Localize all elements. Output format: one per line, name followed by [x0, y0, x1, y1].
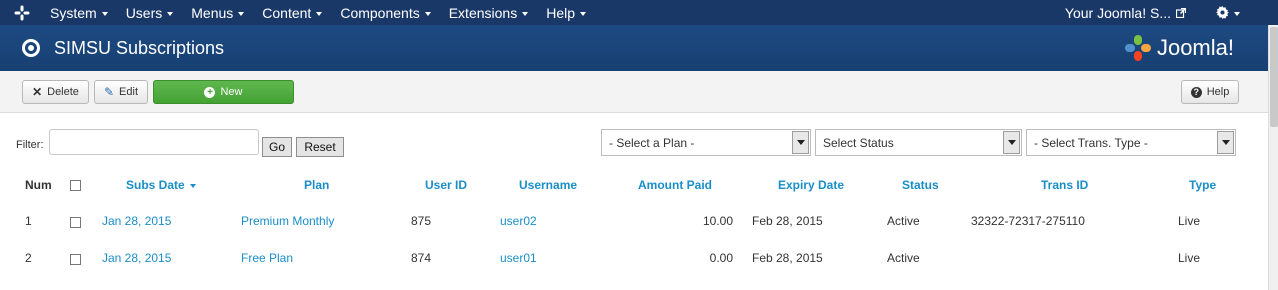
- close-icon: ✕: [32, 85, 43, 99]
- column-header-amount-paid[interactable]: Amount Paid: [638, 178, 712, 192]
- caret-down-icon: [522, 11, 529, 16]
- menu-label: Content: [262, 4, 312, 21]
- delete-label: Delete: [47, 86, 79, 98]
- caret-down-icon: [1234, 11, 1240, 16]
- sort-desc-icon: [189, 183, 196, 188]
- joomla-logo-icon[interactable]: [0, 0, 44, 25]
- menu-help[interactable]: Help: [540, 0, 592, 25]
- column-header-subs-date[interactable]: Subs Date: [126, 178, 196, 192]
- top-navbar: System Users Menus Content Components Ex…: [0, 0, 1278, 25]
- cell-username-link[interactable]: user01: [500, 251, 537, 265]
- column-header-expiry-date[interactable]: Expiry Date: [778, 178, 844, 192]
- cell-subs-date-link[interactable]: Jan 28, 2015: [102, 251, 171, 265]
- vertical-scrollbar[interactable]: [1268, 25, 1278, 290]
- reset-label: Reset: [304, 140, 336, 154]
- filter-input[interactable]: [49, 129, 259, 155]
- filter-label: Filter:: [16, 139, 44, 151]
- caret-down-icon: [238, 11, 245, 16]
- cell-username-link[interactable]: user02: [500, 214, 537, 228]
- dropdown-arrow-icon[interactable]: [1217, 131, 1234, 154]
- cell-type: Live: [1178, 251, 1201, 265]
- cell-plan-link[interactable]: Premium Monthly: [241, 214, 334, 228]
- new-button[interactable]: + New: [153, 80, 294, 104]
- cell-trans-id: 32322-72317-275110: [971, 214, 1085, 228]
- subscriptions-icon: [22, 39, 40, 57]
- column-header-trans-id[interactable]: Trans ID: [1041, 178, 1088, 192]
- menu-content[interactable]: Content: [256, 0, 328, 25]
- menu-label: Extensions: [448, 4, 518, 21]
- edit-icon: ✎: [103, 85, 115, 99]
- cell-plan-link[interactable]: Free Plan: [241, 251, 293, 265]
- caret-down-icon: [101, 11, 108, 16]
- joomla-brand-icon: [1124, 35, 1151, 61]
- menu-system[interactable]: System: [44, 0, 114, 25]
- menu-users[interactable]: Users: [120, 0, 180, 25]
- question-circle-icon: ?: [1190, 86, 1202, 98]
- cell-status: Active: [887, 251, 920, 265]
- help-label: Help: [1206, 86, 1230, 98]
- status-select-value: Select Status: [823, 135, 894, 150]
- joomla-brand-logo: Joomla!: [1123, 33, 1234, 63]
- caret-down-icon: [316, 11, 323, 16]
- new-label: New: [220, 86, 243, 98]
- reset-button[interactable]: Reset: [296, 137, 344, 157]
- menu-label: System: [50, 4, 97, 21]
- menu-label: Help: [546, 4, 575, 21]
- menu-label: Components: [340, 4, 420, 21]
- subs-date-label: Subs Date: [126, 178, 185, 192]
- column-header-type[interactable]: Type: [1189, 178, 1216, 192]
- settings-menu[interactable]: [1210, 0, 1246, 25]
- column-header-status[interactable]: Status: [902, 178, 939, 192]
- trans-type-select-value: - Select Trans. Type -: [1034, 135, 1148, 150]
- go-button[interactable]: Go: [262, 137, 292, 157]
- dropdown-arrow-icon[interactable]: [792, 131, 809, 154]
- menu-components[interactable]: Components: [334, 0, 436, 25]
- cell-expiry-date: Feb 28, 2015: [752, 251, 823, 265]
- menu-label: Menus: [191, 4, 234, 21]
- help-button[interactable]: ? Help: [1181, 80, 1239, 104]
- delete-button[interactable]: ✕ Delete: [22, 80, 89, 104]
- menu-label: Users: [125, 4, 163, 21]
- external-link-icon: [1176, 7, 1186, 18]
- plan-select-value: - Select a Plan -: [609, 135, 695, 150]
- plan-select[interactable]: - Select a Plan -: [601, 129, 811, 156]
- toolbar: ✕ Delete ✎ Edit + New ? Help: [0, 71, 1268, 113]
- dropdown-arrow-icon[interactable]: [1003, 131, 1020, 154]
- menu-menus[interactable]: Menus: [185, 0, 250, 25]
- cell-num: 2: [25, 251, 32, 265]
- site-link[interactable]: Your Joomla! S...: [1059, 0, 1190, 25]
- status-select[interactable]: Select Status: [815, 129, 1022, 156]
- edit-button[interactable]: ✎ Edit: [94, 80, 148, 104]
- row-checkbox[interactable]: [70, 217, 81, 228]
- page-title: SIMSU Subscriptions: [54, 37, 225, 58]
- edit-label: Edit: [119, 86, 139, 98]
- scrollbar-thumb[interactable]: [1270, 27, 1278, 127]
- column-header-username[interactable]: Username: [519, 178, 577, 192]
- column-header-plan[interactable]: Plan: [304, 178, 329, 192]
- row-checkbox[interactable]: [70, 254, 81, 265]
- cell-type: Live: [1178, 214, 1201, 228]
- select-all-checkbox[interactable]: [70, 180, 81, 191]
- gear-icon: [1216, 6, 1229, 19]
- go-label: Go: [268, 140, 285, 154]
- cell-num: 1: [25, 214, 32, 228]
- page-header: SIMSU Subscriptions Joomla!: [0, 25, 1268, 71]
- caret-down-icon: [167, 11, 174, 16]
- site-link-label: Your Joomla! S...: [1064, 4, 1171, 21]
- caret-down-icon: [580, 11, 586, 16]
- cell-amount-paid: 0.00: [709, 251, 733, 265]
- menu-extensions[interactable]: Extensions: [443, 0, 534, 25]
- cell-user-id: 875: [411, 214, 432, 228]
- plus-circle-icon: +: [204, 86, 216, 98]
- cell-user-id: 874: [411, 251, 432, 265]
- trans-type-select[interactable]: - Select Trans. Type -: [1026, 129, 1236, 156]
- cell-status: Active: [887, 214, 920, 228]
- column-header-user-id[interactable]: User ID: [425, 178, 467, 192]
- cell-amount-paid: 10.00: [702, 214, 733, 228]
- cell-subs-date-link[interactable]: Jan 28, 2015: [102, 214, 171, 228]
- caret-down-icon: [424, 11, 431, 16]
- column-header-num: Num: [25, 178, 52, 192]
- brand-text: Joomla!: [1156, 35, 1234, 60]
- cell-expiry-date: Feb 28, 2015: [752, 214, 823, 228]
